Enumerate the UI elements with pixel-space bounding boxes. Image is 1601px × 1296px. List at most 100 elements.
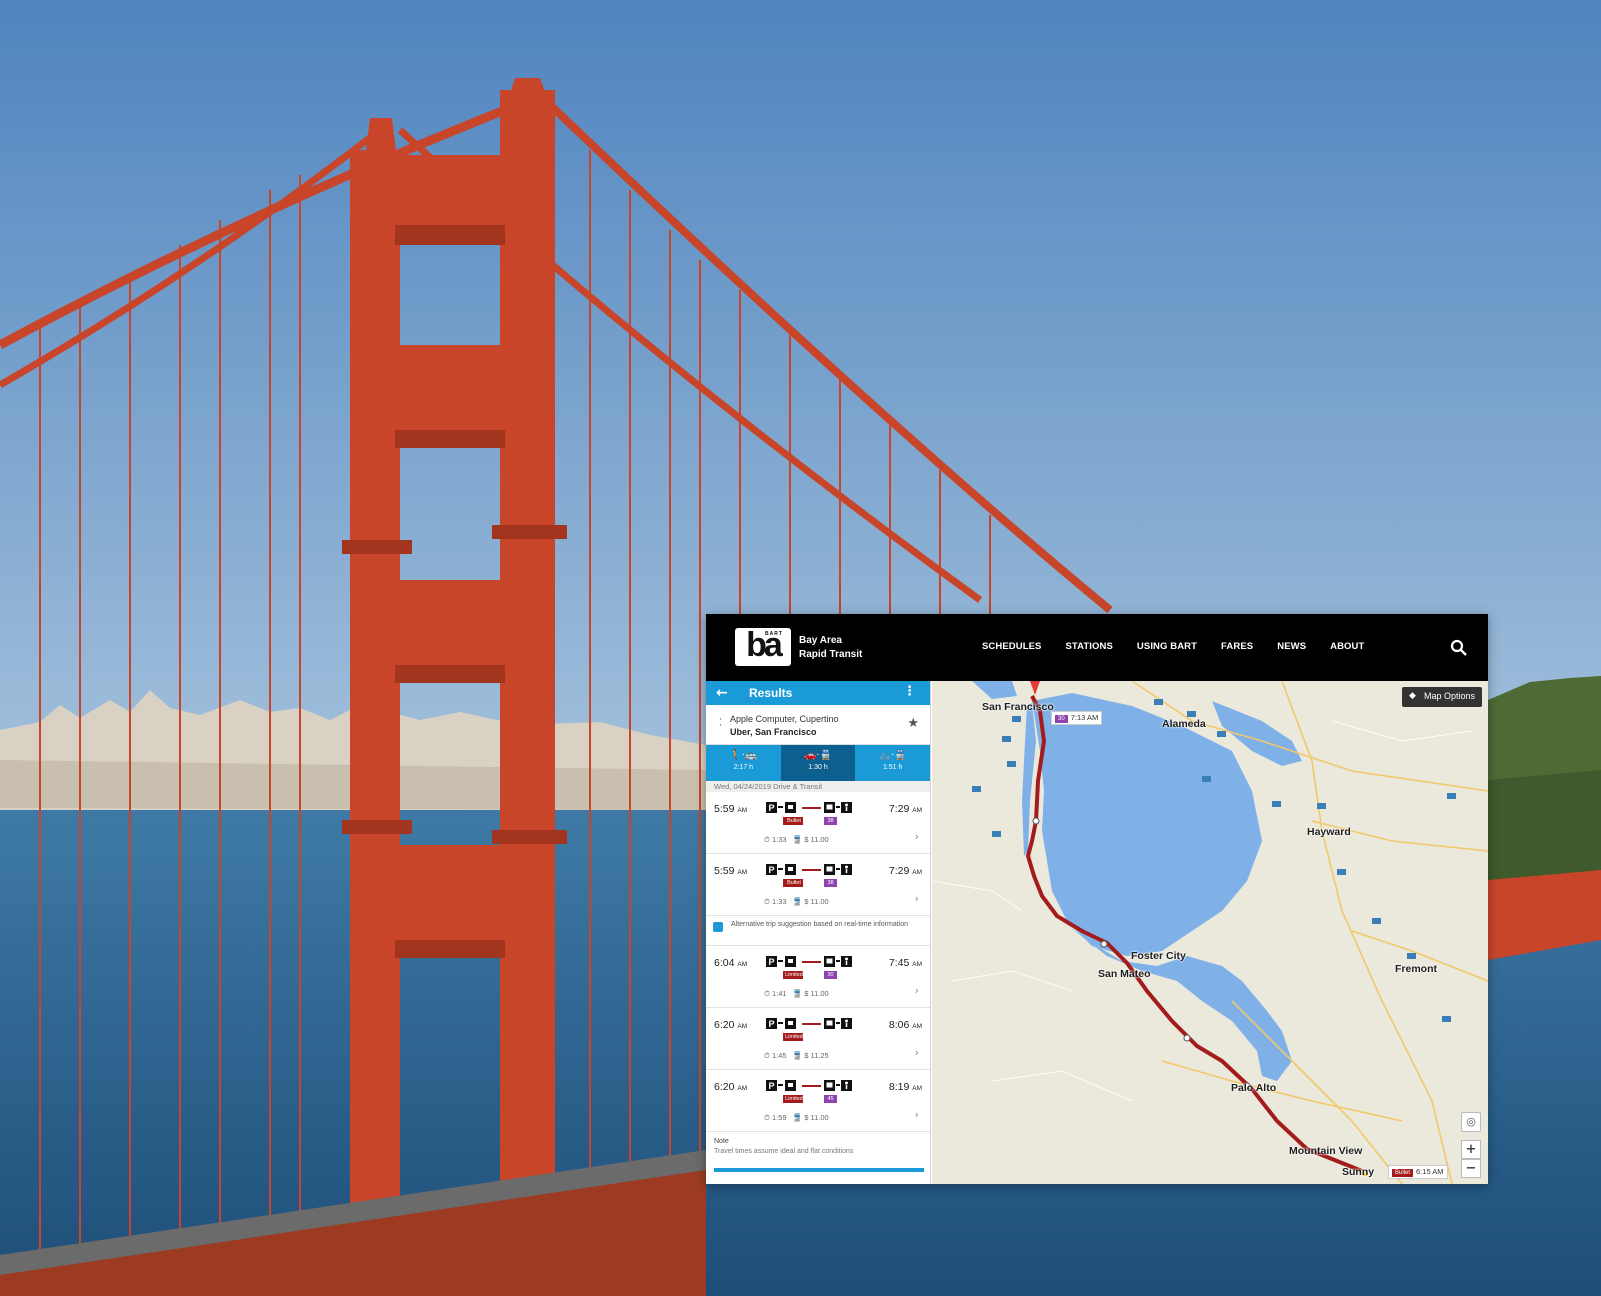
trip-legs-icon: P <box>766 1018 852 1041</box>
route-map[interactable]: San Francisco Alameda Hayward Foster Cit… <box>932 681 1488 1184</box>
chevron-right-icon[interactable]: › <box>915 1108 919 1121</box>
trip-meta: ⏱ 1:59 🚆 $ 11.00 <box>764 1113 829 1122</box>
arrival-time: 7:29 AM <box>888 865 922 877</box>
nav-news[interactable]: NEWS <box>1277 641 1306 652</box>
locate-me-icon[interactable]: ◎ <box>1461 1112 1481 1132</box>
nav-stations[interactable]: STATIONS <box>1066 641 1113 652</box>
chevron-right-icon[interactable]: › <box>915 830 919 843</box>
logo-small-text: BART <box>765 631 783 637</box>
trip-meta: ⏱ 1:41 🚆 $ 11.00 <box>764 989 829 998</box>
fare-icon: 🚆 <box>792 835 803 844</box>
favorite-star-icon[interactable]: ★ <box>907 716 919 731</box>
tab-time: 1:30 h <box>808 764 828 771</box>
departure-time-tag: Bullet 6:15 AM <box>1388 1165 1448 1179</box>
results-title: Results <box>749 686 793 700</box>
origin-text: Apple Computer, Cupertino <box>730 714 839 724</box>
more-options-icon[interactable]: ⋮ <box>903 684 916 699</box>
tab-walk-transit[interactable]: 🚶·🚌 2:17 h <box>706 745 781 781</box>
arrival-time: 7:45 AM <box>888 957 922 969</box>
trip-row[interactable]: 6:04 AM P Limited 30 7:45 AM ⏱ 1:41 🚆 $ 11.00… <box>706 946 930 1008</box>
departure-time: 5:59 AM <box>714 865 748 877</box>
tab-drive-transit[interactable]: 🚗·🚆 1:30 h <box>780 745 856 781</box>
search-icon[interactable] <box>1450 639 1468 657</box>
nav-fares[interactable]: FARES <box>1221 641 1253 652</box>
map-label-mountain-view: Mountain View <box>1289 1145 1363 1157</box>
map-label-sunnyvale: Sunny <box>1342 1166 1375 1178</box>
trip-legs-icon: P <box>766 1080 852 1103</box>
zoom-out-button[interactable]: − <box>1461 1159 1481 1178</box>
scroll-accent-bar <box>714 1168 924 1172</box>
arrival-time: 8:06 AM <box>888 1019 922 1031</box>
departure-time: 6:20 AM <box>714 1019 748 1031</box>
map-canvas <box>932 681 1488 1184</box>
trip-row[interactable]: 6:20 AM P Limited 8:06 AM ⏱ 1:45 🚆 $ 11.25 › <box>706 1008 930 1070</box>
map-options-button[interactable]: ◆ Map Options <box>1401 687 1482 707</box>
tab-time: 2:17 h <box>733 764 754 771</box>
bus-line-badge: 38 <box>827 818 834 824</box>
trip-row[interactable]: 6:20 AM P Limited 45 8:19 AM ⏱ 1:59 🚆 $ 11.00… <box>706 1070 930 1132</box>
svg-text:P: P <box>769 1019 775 1029</box>
service-badge: Bullet <box>787 880 801 886</box>
departure-time: 5:59 AM <box>714 803 748 815</box>
alert-text: Alternative trip suggestion based on rea… <box>731 921 909 928</box>
chevron-right-icon[interactable]: › <box>915 892 919 905</box>
trip-row[interactable]: 5:59 AM P Bullet 38 7:29 AM ⏱ 1:33 🚆 $ 11.00 › <box>706 792 930 854</box>
trip-list: 5:59 AM P Bullet 38 7:29 AM ⏱ 1:33 🚆 $ 11.00 ›… <box>706 792 930 1172</box>
tab-bike-transit[interactable]: 🚲·🚆 1:51 h <box>855 745 930 781</box>
trip-meta: ⏱ 1:33 🚆 $ 11.00 <box>764 835 829 844</box>
bus-line-badge: 30 <box>827 972 834 978</box>
trip-meta: ⏱ 1:45 🚆 $ 11.25 <box>764 1051 829 1060</box>
brand-line-2: Rapid Transit <box>799 649 863 660</box>
clock-icon: ⏱ <box>764 1113 770 1122</box>
results-panel: ← Results ⋮ · · Apple Computer, Cupertino… <box>706 681 931 1184</box>
fare-icon: 🚆 <box>792 897 803 906</box>
svg-text:P: P <box>769 865 775 875</box>
trip-row[interactable]: 5:59 AM P Bullet 38 7:29 AM ⏱ 1:33 🚆 $ 11.00 › <box>706 854 930 916</box>
chevron-right-icon[interactable]: › <box>915 984 919 997</box>
fare-icon: 🚆 <box>792 989 803 998</box>
note-text: Travel times assume ideal and flat condi… <box>714 1148 854 1155</box>
zoom-in-button[interactable]: + <box>1461 1140 1481 1159</box>
chevron-right-icon[interactable]: › <box>915 1046 919 1059</box>
map-label-palo-alto: Palo Alto <box>1231 1082 1277 1094</box>
bullet-badge: Bullet <box>1392 1169 1414 1177</box>
trip-legs-icon: P <box>766 864 852 887</box>
departure-time: 6:15 AM <box>1416 1167 1444 1176</box>
fare-icon: 🚆 <box>792 1113 803 1122</box>
clock-icon: ⏱ <box>764 989 770 998</box>
nav-using-bart[interactable]: USING BART <box>1137 641 1197 652</box>
bike-train-icon: 🚲·🚆 <box>878 750 907 761</box>
mode-tabs: 🚶·🚌 2:17 h 🚗·🚆 1:30 h 🚲·🚆 1:51 h <box>706 745 930 781</box>
car-train-icon: 🚗·🚆 <box>803 750 833 761</box>
service-badge: Bullet <box>787 818 801 824</box>
map-options-label: Map Options <box>1423 691 1475 701</box>
bus-line-badge: 45 <box>827 1096 834 1102</box>
arrival-time: 7:13 AM <box>1070 713 1099 722</box>
svg-text:P: P <box>769 957 775 967</box>
route-dots-icon: · · <box>719 715 722 731</box>
note-section: Note Travel times assume ideal and flat c… <box>706 1132 930 1172</box>
service-badge: Limited <box>785 1034 803 1040</box>
service-badge: Limited <box>785 972 803 978</box>
top-navigation-bar: ba BART Bay Area Rapid Transit SCHEDULES… <box>706 614 1488 681</box>
map-label-hayward: Hayward <box>1307 826 1351 838</box>
bart-logo[interactable]: ba BART <box>735 626 791 666</box>
nav-schedules[interactable]: SCHEDULES <box>982 641 1042 652</box>
route-summary[interactable]: · · Apple Computer, Cupertino Uber, San F… <box>706 705 930 745</box>
map-label-fremont: Fremont <box>1395 963 1437 975</box>
clock-icon: ⏱ <box>764 835 770 844</box>
trip-meta: ⏱ 1:33 🚆 $ 11.00 <box>764 897 829 906</box>
back-arrow-icon[interactable]: ← <box>716 685 728 701</box>
svg-text:P: P <box>769 803 775 813</box>
walk-bus-icon: 🚶·🚌 <box>729 750 758 761</box>
trip-legs-icon: P <box>766 956 852 979</box>
svg-text:P: P <box>769 1081 775 1091</box>
layers-icon: ◆ <box>1408 691 1416 701</box>
main-nav: SCHEDULES STATIONS USING BART FARES NEWS… <box>982 641 1388 652</box>
nav-about[interactable]: ABOUT <box>1330 641 1364 652</box>
map-label-alameda: Alameda <box>1162 718 1206 730</box>
destination-text: Uber, San Francisco <box>730 727 817 737</box>
map-label-sf: San Francisco <box>982 701 1054 713</box>
clock-icon: ⏱ <box>764 1051 770 1060</box>
trip-date: Wed, 04/24/2019 Drive & Transit <box>706 781 930 792</box>
